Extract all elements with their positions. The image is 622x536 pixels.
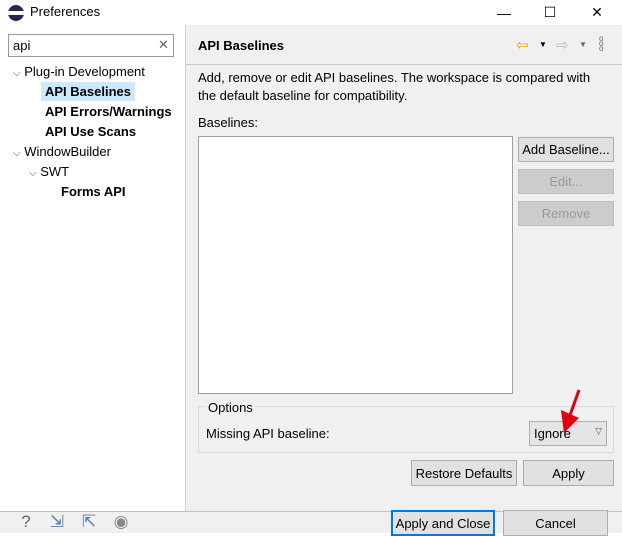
tree-label: WindowBuilder [24, 144, 111, 159]
apply-and-close-button[interactable]: Apply and Close [391, 510, 495, 536]
apply-button[interactable]: Apply [523, 460, 614, 486]
options-label: Options [206, 400, 255, 415]
baselines-list[interactable] [198, 136, 513, 394]
back-dropdown-icon[interactable]: ▼ [539, 40, 547, 49]
eclipse-logo-icon [8, 5, 24, 21]
remove-button[interactable]: Remove [518, 201, 614, 226]
clear-filter-icon[interactable]: ✕ [158, 37, 169, 53]
record-icon[interactable]: ◉ [110, 512, 132, 532]
edit-button[interactable]: Edit... [518, 169, 614, 194]
export-icon[interactable]: ⇱ [78, 512, 100, 532]
minimize-button[interactable]: — [481, 0, 527, 25]
chevron-down-icon[interactable]: ⌵ [13, 68, 21, 79]
add-baseline-button[interactable]: Add Baseline... [518, 137, 614, 162]
close-button[interactable]: ✕ [574, 0, 620, 25]
filter-input[interactable]: api [8, 34, 174, 57]
restore-defaults-button[interactable]: Restore Defaults [411, 460, 517, 486]
page-title: API Baselines [198, 38, 284, 53]
tree-item-api-baselines[interactable]: API Baselines [41, 82, 135, 101]
tree-item-swt[interactable]: ⌵ SWT [29, 164, 69, 179]
chevron-down-icon[interactable]: ⌵ [13, 148, 21, 159]
red-arrow-annotation [561, 389, 581, 433]
help-icon[interactable]: ? [15, 512, 37, 532]
import-icon[interactable]: ⇲ [46, 512, 68, 532]
back-arrow-icon[interactable]: ⇦ [516, 36, 529, 54]
window-title: Preferences [30, 4, 101, 19]
tree-item-windowbuilder[interactable]: ⌵ WindowBuilder [13, 144, 111, 159]
baselines-label: Baselines: [198, 115, 258, 130]
tree-item-api-errors-warnings[interactable]: API Errors/Warnings [45, 104, 172, 119]
cancel-button[interactable]: Cancel [503, 510, 608, 536]
missing-baseline-label: Missing API baseline: [206, 426, 330, 441]
chevron-down-icon: ▽ [595, 426, 602, 436]
page-description: Add, remove or edit API baselines. The w… [198, 70, 591, 103]
forward-arrow-icon[interactable]: ⇨ [556, 36, 569, 54]
tree-item-forms-api[interactable]: Forms API [61, 184, 126, 199]
tree-label: Plug-in Development [24, 64, 145, 79]
chevron-down-icon[interactable]: ⌵ [29, 168, 37, 179]
maximize-button[interactable]: ☐ [527, 0, 573, 25]
forward-dropdown-icon[interactable]: ▼ [579, 40, 587, 49]
tree-item-api-use-scans[interactable]: API Use Scans [45, 124, 136, 139]
tree-label: SWT [40, 164, 70, 179]
tree-item-plugin-development[interactable]: ⌵ Plug-in Development [13, 64, 145, 79]
more-menu-icon[interactable]: ooo [599, 35, 603, 53]
